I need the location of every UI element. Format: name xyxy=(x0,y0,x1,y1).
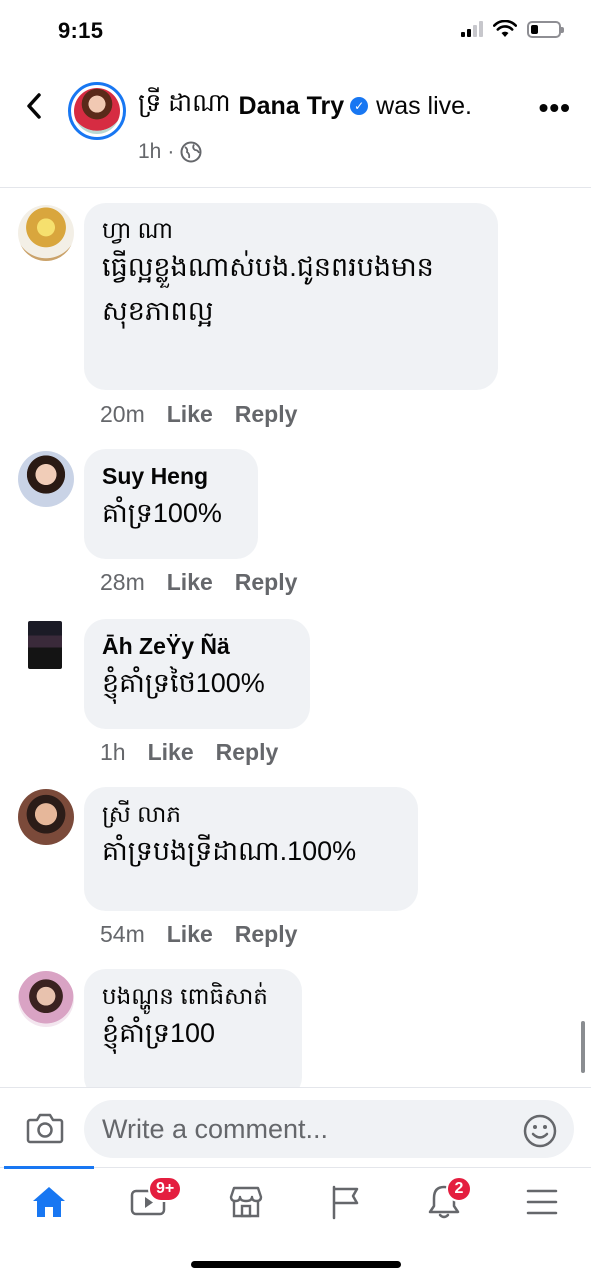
comment-time[interactable]: 54m xyxy=(100,921,145,948)
active-tab-indicator xyxy=(4,1166,94,1169)
reply-button[interactable]: Reply xyxy=(216,739,279,766)
comment-input[interactable] xyxy=(84,1100,574,1158)
cellular-signal-icon xyxy=(461,21,483,37)
commenter-avatar[interactable] xyxy=(18,451,74,507)
camera-icon xyxy=(26,1113,64,1144)
status-icons xyxy=(461,20,564,38)
chevron-left-icon xyxy=(27,93,41,119)
reply-button[interactable]: Reply xyxy=(235,921,298,948)
back-button[interactable] xyxy=(18,86,50,126)
post-title: ទ្រី ដាណា Dana Try ✓ was live. xyxy=(138,88,472,124)
reply-button[interactable]: Reply xyxy=(235,401,298,428)
post-header: ទ្រី ដាណា Dana Try ✓ was live. 1h · ••• xyxy=(0,62,591,188)
menu-icon xyxy=(526,1189,558,1215)
status-time: 9:15 xyxy=(58,18,104,43)
commenter-avatar[interactable] xyxy=(28,621,62,669)
tab-notifications[interactable]: 2 xyxy=(412,1176,476,1224)
comment-actions: 28m Like Reply xyxy=(100,569,297,596)
comment-bubble[interactable]: Suy Heng គាំទ្រ100% xyxy=(84,449,258,559)
globe-public-icon xyxy=(180,141,202,163)
comment-list: ហ្វា ណា ធ្វើល្អខ្លួងណាស់បង.ជូនពរបងមាន សុ… xyxy=(0,189,591,1087)
comment-text: គាំទ្រ100% xyxy=(102,498,222,528)
tab-pages[interactable] xyxy=(313,1180,377,1224)
comment-composer xyxy=(0,1087,591,1167)
wifi-icon xyxy=(493,20,517,37)
comment-actions: 54m Like Reply xyxy=(100,921,297,948)
tab-menu[interactable] xyxy=(510,1180,574,1224)
comment-author[interactable]: ហ្វា ណា xyxy=(102,215,480,245)
tab-home[interactable] xyxy=(17,1180,81,1224)
comment-bubble[interactable]: បងណ្ហូន ពោធិសាត់ ខ្ញុំគាំទ្រ100 xyxy=(84,969,302,1087)
comment-bubble[interactable]: ហ្វា ណា ធ្វើល្អខ្លួងណាស់បង.ជូនពរបងមាន សុ… xyxy=(84,203,498,390)
commenter-avatar[interactable] xyxy=(18,971,74,1027)
home-indicator xyxy=(191,1261,401,1268)
comment-text: គាំទ្របងទ្រីដាណា.100% xyxy=(102,836,357,866)
comment-time[interactable]: 28m xyxy=(100,569,145,596)
notifications-badge: 2 xyxy=(446,1176,472,1202)
more-options-button[interactable]: ••• xyxy=(539,92,571,124)
author-name[interactable]: Dana Try xyxy=(239,92,345,121)
comment-text: ខ្ញុំគាំទ្រថៃ100% xyxy=(102,668,265,698)
watch-badge: 9+ xyxy=(148,1176,183,1202)
smiley-icon xyxy=(523,1114,557,1148)
commenter-avatar[interactable] xyxy=(18,789,74,845)
post-action: was live. xyxy=(376,91,473,120)
like-button[interactable]: Like xyxy=(167,569,213,596)
comment-actions: 20m Like Reply xyxy=(100,401,297,428)
reply-button[interactable]: Reply xyxy=(235,569,298,596)
author-avatar[interactable] xyxy=(68,82,126,140)
verified-badge-icon: ✓ xyxy=(350,97,369,115)
scrollbar[interactable] xyxy=(581,1021,585,1073)
post-meta: 1h · xyxy=(138,140,202,164)
tab-marketplace[interactable] xyxy=(214,1180,278,1224)
comment-author[interactable]: ស្រី លាភ xyxy=(102,799,400,829)
comment-actions: 1h Like Reply xyxy=(100,739,278,766)
comment-time[interactable]: 20m xyxy=(100,401,145,428)
comment-author[interactable]: Āh ZeŸy Ñä xyxy=(102,631,292,661)
home-icon xyxy=(33,1187,65,1217)
comment-text: ខ្ញុំគាំទ្រ100 xyxy=(102,1018,216,1048)
tab-watch[interactable]: 9+ xyxy=(116,1176,183,1224)
author-name-kh[interactable]: ទ្រី ដាណា xyxy=(138,88,231,124)
like-button[interactable]: Like xyxy=(167,401,213,428)
emoji-button[interactable] xyxy=(523,1114,557,1148)
meta-separator: · xyxy=(167,140,175,163)
battery-icon xyxy=(527,20,564,38)
camera-button[interactable] xyxy=(26,1112,64,1144)
commenter-avatar[interactable] xyxy=(18,205,74,261)
comment-bubble[interactable]: Āh ZeŸy Ñä ខ្ញុំគាំទ្រថៃ100% xyxy=(84,619,310,729)
comment-text: សុខភាពល្អ xyxy=(102,296,214,326)
comment-text: ធ្វើល្អខ្លួងណាស់បង.ជូនពរបងមាន xyxy=(102,252,434,282)
like-button[interactable]: Like xyxy=(167,921,213,948)
comment-time[interactable]: 1h xyxy=(100,739,126,766)
comment-author[interactable]: បងណ្ហូន ពោធិសាត់ xyxy=(102,981,284,1011)
comment-author[interactable]: Suy Heng xyxy=(102,461,240,491)
marketplace-icon xyxy=(229,1186,263,1218)
like-button[interactable]: Like xyxy=(148,739,194,766)
bottom-tab-bar: 9+ 2 xyxy=(0,1166,591,1280)
post-time[interactable]: 1h xyxy=(138,140,161,164)
comment-bubble[interactable]: ស្រី លាភ គាំទ្របងទ្រីដាណា.100% xyxy=(84,787,418,911)
pages-flag-icon xyxy=(332,1185,359,1220)
status-bar: 9:15 xyxy=(0,0,591,62)
